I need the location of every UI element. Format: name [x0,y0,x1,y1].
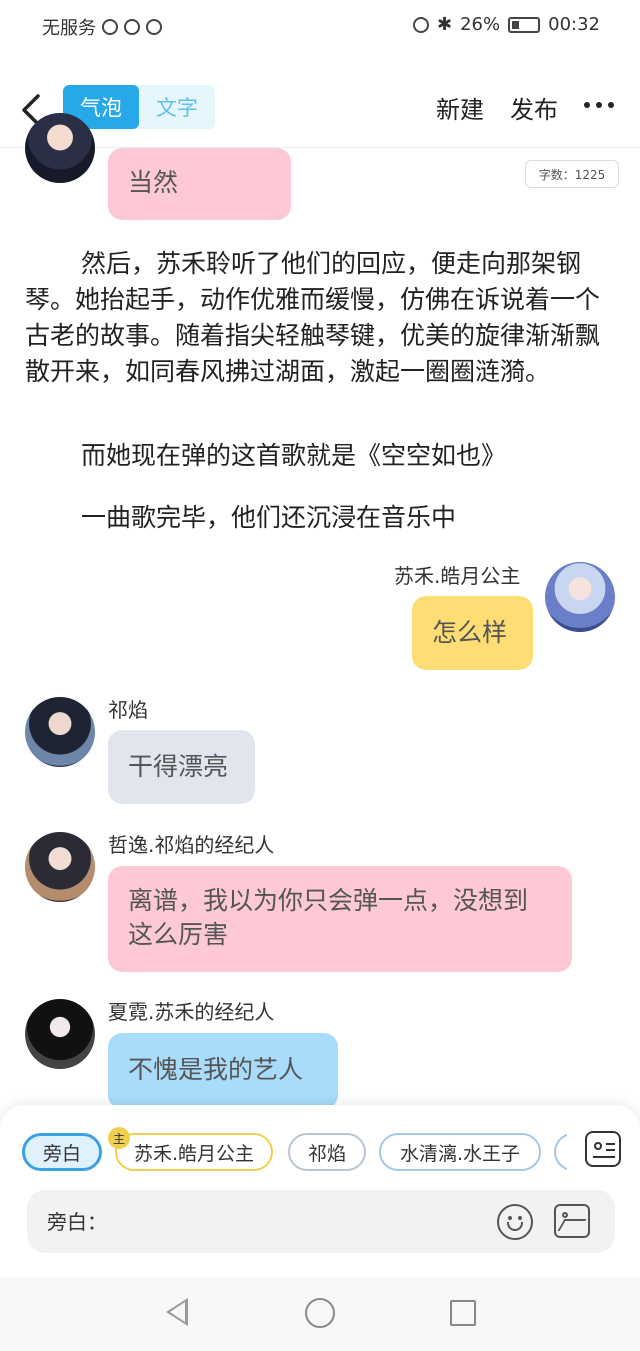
message-bubble[interactable]: 离谱，我以为你只会弹一点，没想到这么厉害 [108,866,572,972]
word-count: 字数：1225 [525,160,619,188]
clock: 00:32 [548,14,600,35]
speaker-name: 哲逸.祁焰的经纪人 [108,833,275,857]
character-list-icon[interactable] [585,1131,621,1167]
narration-text[interactable]: 一曲歌完毕，他们还沉浸在音乐中 [81,500,621,536]
message-bubble[interactable]: 干得漂亮 [108,730,255,804]
more-icon[interactable] [584,102,614,108]
wifi-icon [124,19,140,35]
battery-icon [508,16,541,33]
eye-icon [413,16,430,33]
bluetooth-icon: ✱ [437,14,453,35]
chip-character[interactable]: 水清漓.水王子 [379,1133,541,1171]
sim-icon [102,19,118,35]
publish-button[interactable]: 发布 [510,90,558,125]
tab-text[interactable]: 文字 [139,85,215,129]
system-nav-bar [0,1278,640,1351]
narration-text[interactable]: 然后，苏禾聆听了他们的回应，便走向那架钢琴。她抬起手，动作优雅而缓慢，仿佛在诉说… [25,246,615,390]
message-bubble[interactable]: 不愧是我的艺人 [108,1033,338,1109]
message-bubble[interactable]: 当然 [108,148,291,220]
avatar[interactable] [25,832,95,902]
speaker-name: 夏霓.苏禾的经纪人 [108,1000,275,1024]
avatar[interactable] [545,562,615,632]
avatar[interactable] [25,113,95,183]
character-chips: 旁白 苏禾.皓月公主 祁焰 水清漓.水王子 [22,1131,567,1175]
app-icon [146,19,162,35]
input-panel: 旁白 苏禾.皓月公主 祁焰 水清漓.水王子 [0,1105,640,1277]
main-role-badge: 主 [108,1127,130,1149]
chip-character[interactable]: 苏禾.皓月公主 [115,1133,273,1171]
message-bubble[interactable]: 怎么样 [412,596,533,670]
system-back-icon[interactable] [166,1298,188,1326]
top-nav: 气泡 文字 新建 发布 [0,68,640,148]
mode-toggle: 气泡 文字 [63,85,215,129]
new-button[interactable]: 新建 [436,90,484,125]
speaker-name: 祁焰 [108,698,148,722]
chip-character[interactable] [554,1133,567,1171]
battery-percent: 26% [460,14,501,35]
system-home-icon[interactable] [305,1298,335,1328]
status-bar: 无服务 ✱ 26% 00:32 [0,0,640,52]
emoji-icon[interactable] [497,1204,533,1240]
message-input[interactable] [47,1190,477,1253]
avatar[interactable] [25,697,95,767]
chip-narrator[interactable]: 旁白 [22,1133,102,1171]
system-recents-icon[interactable] [450,1300,476,1326]
avatar[interactable] [25,999,95,1069]
image-icon[interactable] [554,1204,590,1238]
input-bar [27,1190,615,1253]
narration-text[interactable]: 而她现在弹的这首歌就是《空空如也》 [81,438,621,474]
chip-character[interactable]: 祁焰 [288,1133,366,1171]
carrier-text: 无服务 [42,18,96,39]
speaker-name: 苏禾.皓月公主 [394,564,521,588]
